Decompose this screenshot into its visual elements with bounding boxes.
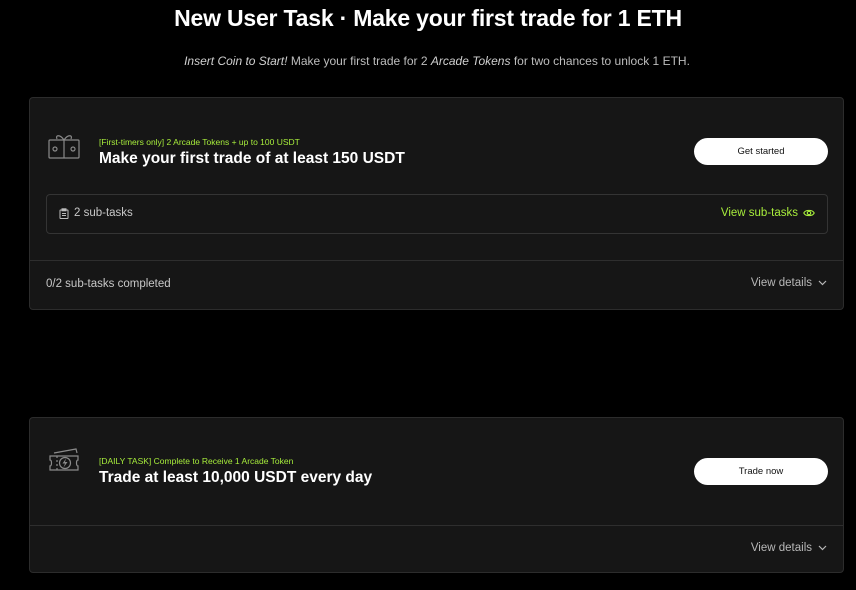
view-subtasks-label: View sub-tasks <box>720 207 798 219</box>
task-tag: [First-timers only] 2 Arcade Tokens + up… <box>99 137 300 147</box>
task-tag: [DAILY TASK] Complete to Receive 1 Arcad… <box>99 456 294 466</box>
clipboard-icon <box>59 207 69 219</box>
trade-now-button[interactable]: Trade now <box>694 458 828 485</box>
subtitle-emphasis-1: Insert Coin to Start! <box>184 54 288 68</box>
subtasks-count: 2 sub-tasks <box>59 207 133 219</box>
view-details-label: View details <box>750 277 812 289</box>
view-details-label: View details <box>750 542 812 554</box>
page-subtitle: Insert Coin to Start! Make your first tr… <box>0 54 856 68</box>
page-title: New User Task · Make your first trade fo… <box>174 5 682 31</box>
ticket-icon <box>49 448 79 471</box>
subtitle-text-1: Make your first trade for 2 <box>287 54 431 68</box>
chevron-down-icon <box>818 280 827 286</box>
task-title: Make your first trade of at least 150 US… <box>99 150 405 167</box>
subtitle-text-2: for two chances to unlock 1 ETH. <box>510 54 690 68</box>
subtasks-count-label: 2 sub-tasks <box>74 207 133 219</box>
task-card-daily-trade: [DAILY TASK] Complete to Receive 1 Arcad… <box>29 417 844 573</box>
subtasks-panel: 2 sub-tasks View sub-tasks <box>46 194 828 234</box>
chevron-down-icon <box>818 545 827 551</box>
view-details-toggle[interactable]: View details <box>751 277 827 289</box>
task-card-first-trade: [First-timers only] 2 Arcade Tokens + up… <box>29 97 844 310</box>
gift-icon <box>48 135 80 159</box>
get-started-button[interactable]: Get started <box>694 138 828 165</box>
view-details-toggle[interactable]: View details <box>751 542 827 554</box>
card-divider <box>30 260 843 261</box>
task-title: Trade at least 10,000 USDT every day <box>99 469 373 486</box>
eye-icon <box>803 209 815 217</box>
subtasks-progress: 0/2 sub-tasks completed <box>46 278 171 290</box>
subtitle-emphasis-2: Arcade Tokens <box>430 54 511 68</box>
view-subtasks-link[interactable]: View sub-tasks <box>721 207 815 219</box>
card-divider <box>30 525 843 526</box>
